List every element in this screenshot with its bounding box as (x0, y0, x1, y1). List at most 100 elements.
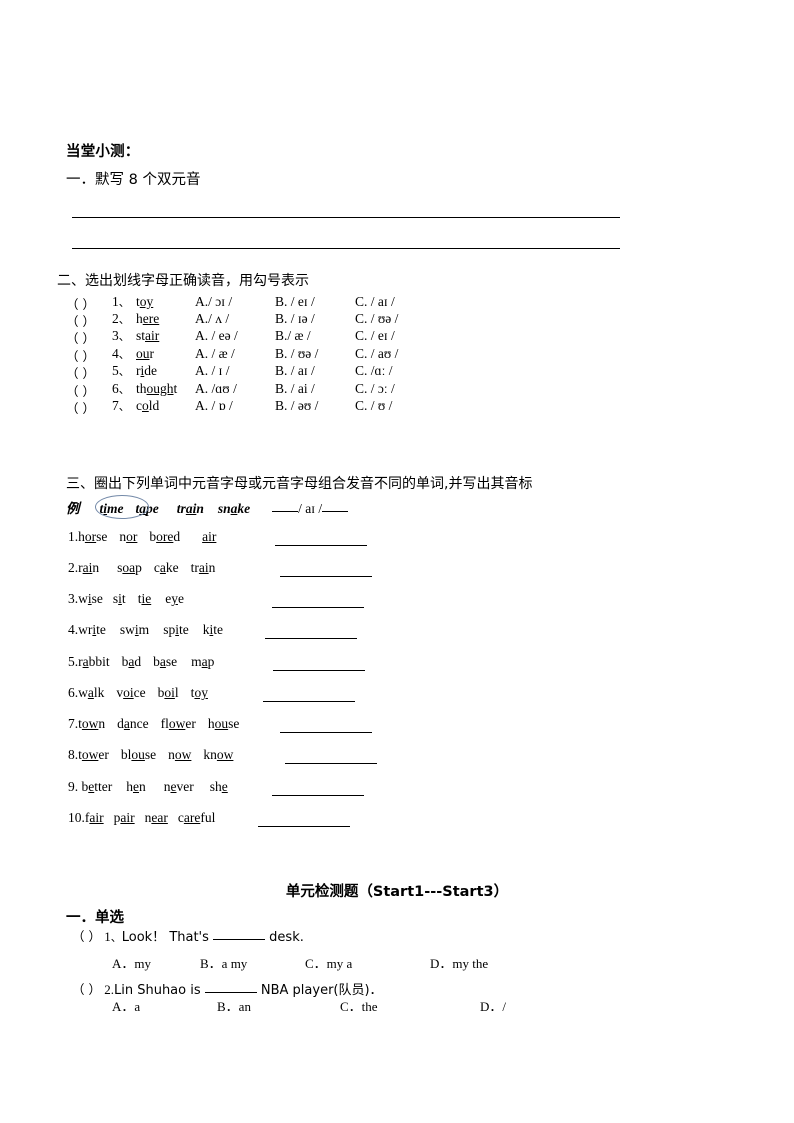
fill-in-blank[interactable] (213, 939, 266, 940)
question-number: 5、 (112, 363, 130, 378)
word-option: toy (190, 685, 208, 700)
answer-parenthesis[interactable]: （ ） (72, 982, 101, 997)
unit-test-title-cn: 单元检测题 (285, 884, 359, 900)
option-b[interactable]: B./ æ / (275, 328, 311, 344)
phonetic-answer-blank[interactable] (265, 638, 357, 639)
option-c[interactable]: C. / ʊə / (355, 311, 398, 327)
option-a[interactable]: A. / ɒ / (195, 398, 233, 414)
section-3-word-row: 3.wise sit tie eye (68, 591, 184, 611)
word-option: write (78, 622, 106, 637)
option-b[interactable]: B．a my (200, 953, 247, 972)
row-number: 8. (68, 747, 79, 762)
word-option: air (202, 529, 217, 544)
option-c[interactable]: C. / aɪ / (355, 294, 395, 310)
section-3-heading: 三、圈出下列单词中元音字母或元音字母组合发音不同的单词,并写出其音标 (66, 476, 533, 492)
option-b[interactable]: B. / ai / (275, 381, 315, 397)
answer-parenthesis[interactable]: （ ） (66, 328, 95, 347)
phonetic-answer-blank[interactable] (258, 826, 350, 827)
word-option: voice (116, 685, 146, 700)
word: thought (136, 381, 178, 396)
option-a[interactable]: A．my (112, 953, 151, 972)
example-blank-left (272, 511, 299, 512)
phonetic-answer-blank[interactable] (272, 795, 364, 796)
question-word: here (136, 311, 159, 327)
word-option: town (78, 716, 106, 731)
option-c[interactable]: C. / eɪ / (355, 328, 395, 344)
option-d[interactable]: D．my the (430, 953, 488, 972)
section-1-heading-prefix: 一．默写 (66, 172, 129, 188)
option-b[interactable]: B. / əʊ / (275, 398, 318, 414)
option-b[interactable]: B．an (217, 996, 251, 1015)
word-option: spite (163, 622, 189, 637)
unit-question-options: A．my B．a my C．my a D．my the (0, 953, 794, 971)
option-c[interactable]: C. / aʊ / (355, 346, 398, 362)
word: stair (136, 328, 160, 343)
phonetic-answer-blank[interactable] (285, 763, 377, 764)
option-b[interactable]: B. / ɪə / (275, 311, 315, 327)
phonetic-answer-blank[interactable] (263, 701, 355, 702)
section-2-question-row: （ ） 5、 ride A. / ɪ / B. / aɪ / C. /ɑː / (66, 363, 666, 382)
word-option: boil (157, 685, 179, 700)
section-3-word-row: 4.write swim spite kite (68, 622, 223, 642)
example-word: train (176, 501, 204, 516)
phonetic-answer-blank[interactable] (273, 670, 365, 671)
answer-rule-1 (72, 217, 620, 218)
option-c[interactable]: C. / ɔː / (355, 381, 395, 397)
word-option: fair (84, 810, 104, 825)
word-option: careful (177, 810, 216, 825)
answer-parenthesis[interactable]: （ ） (72, 929, 101, 944)
option-c[interactable]: C. / ʊ / (355, 398, 392, 414)
phonetic-answer-blank[interactable] (275, 545, 367, 546)
example-words: time tape train snake (100, 501, 251, 516)
unit-test-title-range: （Start1---Start3） (358, 884, 509, 900)
word-option: she (209, 779, 228, 794)
answer-parenthesis[interactable]: （ ） (66, 398, 95, 417)
word-option: now (168, 747, 192, 762)
option-c[interactable]: C．the (340, 996, 378, 1015)
option-d[interactable]: D．/ (480, 996, 506, 1015)
example-phonetic: / aɪ / (298, 501, 323, 516)
word-option: walk (78, 685, 105, 700)
row-number: 1. (68, 529, 79, 544)
word-option: eye (165, 591, 184, 606)
option-b[interactable]: B. / aɪ / (275, 363, 315, 379)
word: ride (136, 363, 158, 378)
option-a[interactable]: A. /ɑʊ / (195, 381, 237, 397)
phonetic-answer-blank[interactable] (280, 732, 372, 733)
option-a[interactable]: A. / æ / (195, 346, 235, 362)
question-word: our (136, 346, 154, 362)
option-a[interactable]: A./ ɔɪ / (195, 294, 232, 310)
word-option: kite (202, 622, 223, 637)
question-number: 6、 (112, 381, 130, 396)
phonetic-answer-blank[interactable] (272, 607, 364, 608)
word-group: wise sit tie eye (78, 591, 184, 606)
word-option: dance (117, 716, 149, 731)
answer-parenthesis[interactable]: （ ） (66, 363, 95, 382)
unit-test-section-1-heading: 一．单选 (66, 910, 124, 926)
row-number: 7. (68, 716, 79, 731)
option-c[interactable]: C. /ɑː / (355, 363, 392, 379)
question-number: 3、 (112, 328, 130, 343)
word-group: rabbit bad base map (78, 654, 214, 669)
section-1-heading-number: 8 (128, 172, 138, 188)
question-word: stair (136, 328, 159, 344)
word-option: bad (121, 654, 142, 669)
question-word: toy (136, 294, 153, 310)
option-b[interactable]: B. / ʊə / (275, 346, 318, 362)
fill-in-blank[interactable] (204, 992, 257, 993)
option-a[interactable]: A./ ʌ / (195, 311, 229, 327)
option-a[interactable]: A．a (112, 996, 140, 1015)
word-group: better hen never she (82, 779, 228, 794)
row-number: 2. (68, 560, 79, 575)
word-option: base (153, 654, 178, 669)
option-c[interactable]: C．my a (305, 953, 352, 972)
example-label: 例 (66, 501, 80, 517)
option-b[interactable]: B. / eɪ / (275, 294, 315, 310)
option-a[interactable]: A. / eə / (195, 328, 238, 344)
option-a[interactable]: A. / ɪ / (195, 363, 230, 379)
section-2-question-row: （ ） 7、 cold A. / ɒ / B. / əʊ / C. / ʊ / (66, 398, 666, 417)
section-3-word-row: 7.town dance flower house (68, 716, 239, 736)
word-option: better (81, 779, 113, 794)
word-option: flower (160, 716, 196, 731)
phonetic-answer-blank[interactable] (280, 576, 372, 577)
